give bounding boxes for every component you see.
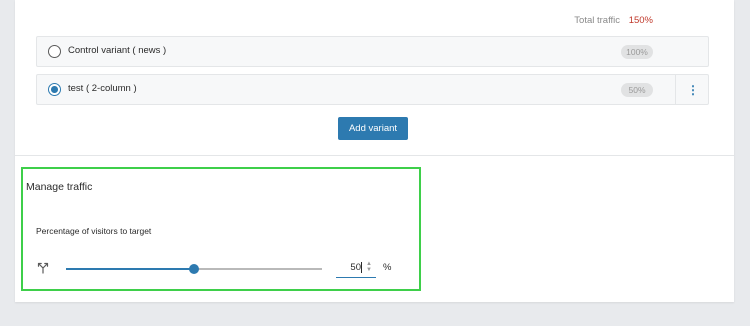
percent-unit: %	[383, 262, 392, 273]
variant-row-test[interactable]: test ( 2-column ) 50% ⋮	[36, 74, 709, 105]
manage-traffic-title: Manage traffic	[26, 181, 93, 193]
variant-radio[interactable]	[48, 83, 61, 96]
traffic-percent-input[interactable]: 50 ▲ ▼	[336, 260, 376, 278]
total-traffic-value: 150%	[628, 15, 653, 26]
text-caret	[361, 262, 362, 273]
split-arrows-icon	[37, 262, 49, 274]
section-divider	[15, 155, 734, 156]
visitors-percentage-label: Percentage of visitors to target	[36, 226, 152, 236]
variant-row-control[interactable]: Control variant ( news ) 100%	[36, 36, 709, 67]
variant-label: test ( 2-column )	[68, 83, 137, 94]
variant-percent-badge: 50%	[621, 83, 653, 97]
experiment-card: Total traffic 150% Control variant ( new…	[15, 0, 734, 302]
traffic-slider[interactable]	[66, 264, 322, 274]
variant-radio[interactable]	[48, 45, 61, 58]
row-divider	[675, 75, 676, 104]
stepper-arrows-icon[interactable]: ▲ ▼	[365, 261, 373, 274]
slider-fill	[66, 268, 194, 270]
add-variant-button[interactable]: Add variant	[338, 117, 408, 140]
variant-percent-badge: 100%	[621, 45, 653, 59]
total-traffic: Total traffic 150%	[574, 15, 653, 26]
kebab-menu-icon[interactable]: ⋮	[687, 83, 699, 97]
traffic-percent-value: 50	[350, 262, 361, 273]
total-traffic-label: Total traffic	[574, 15, 621, 26]
slider-thumb[interactable]	[189, 264, 199, 274]
variant-label: Control variant ( news )	[68, 45, 167, 56]
